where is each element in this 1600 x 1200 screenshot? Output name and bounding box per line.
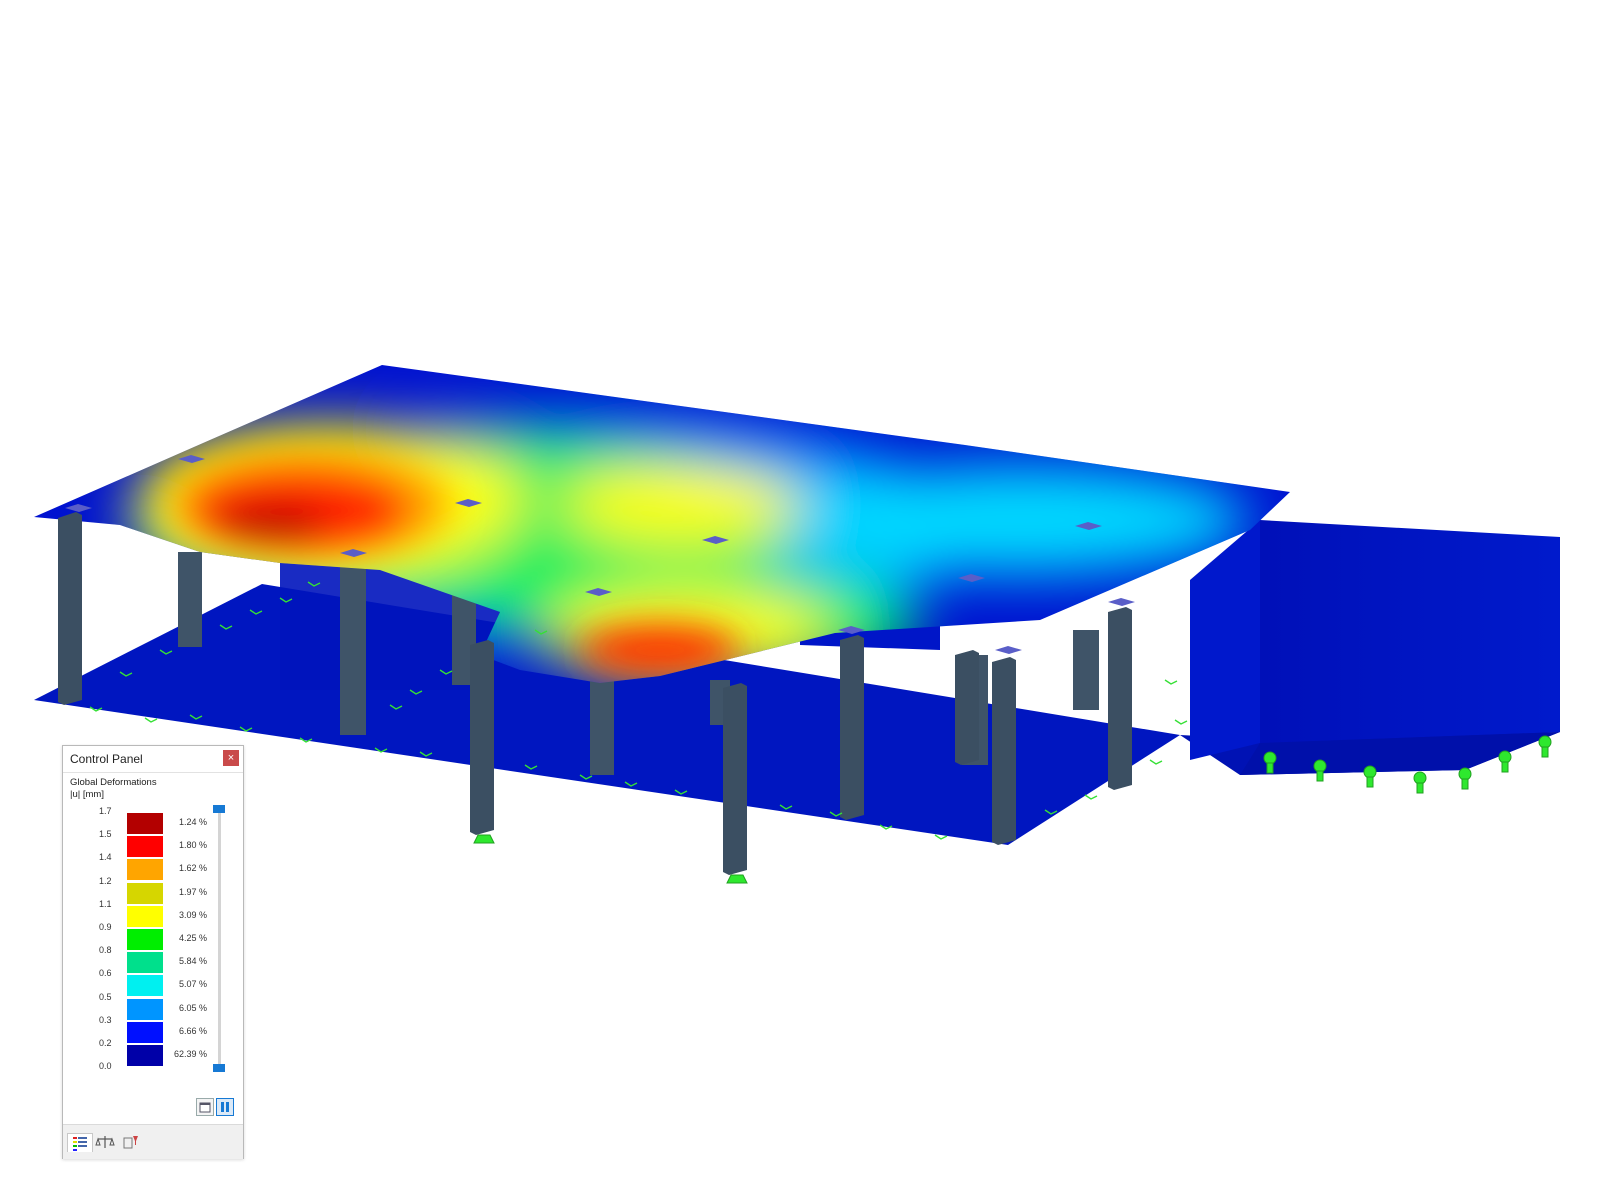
legend-slider-track[interactable] (218, 810, 221, 1065)
legend-percent: 5.84 % (178, 956, 207, 967)
legend-percent: 1.62 % (178, 863, 207, 874)
legend-percent: 1.80 % (178, 840, 207, 851)
support (726, 874, 748, 884)
support (473, 834, 495, 844)
legend-settings-icon[interactable] (196, 1098, 214, 1116)
legend-swatch (127, 1020, 163, 1043)
column (340, 560, 366, 735)
legend-percent: 5.07 % (178, 979, 207, 990)
unit-label: |u| [mm] (70, 789, 104, 800)
legend-swatch (127, 858, 163, 881)
legend-swatch (127, 997, 163, 1020)
color-scale-icon (73, 1137, 87, 1151)
legend-tick: 0.9 (99, 922, 112, 932)
legend-adjust-icon[interactable] (216, 1098, 234, 1116)
legend-percent: 6.05 % (178, 1002, 207, 1013)
control-panel-title: Control Panel (70, 752, 143, 766)
legend-swatch (127, 928, 163, 950)
legend-swatch (127, 974, 163, 997)
column (1073, 630, 1099, 710)
legend-swatch (127, 812, 163, 834)
legend-percent: 1.97 % (178, 886, 207, 897)
legend-tick: 1.4 (99, 852, 112, 863)
legend-swatch (127, 951, 163, 974)
legend-swatch (127, 1044, 163, 1066)
legend-percent: 1.24 % (178, 817, 207, 827)
close-button[interactable]: × (223, 750, 239, 766)
control-panel: Control Panel × Global Deformations |u| … (62, 745, 244, 1159)
legend-percent: 62.39 % (173, 1049, 207, 1059)
legend-tick: 1.7 (99, 806, 112, 816)
legend-tick: 0.6 (99, 968, 112, 979)
column (590, 680, 614, 775)
legend-percent: 3.09 % (178, 909, 207, 920)
legend-tick: 0.3 (99, 1014, 112, 1025)
column (178, 552, 202, 647)
legend-swatch (127, 835, 163, 858)
result-type-label: Global Deformations (70, 777, 157, 788)
legend-percent: 6.66 % (178, 1025, 207, 1036)
legend-swatch (127, 881, 163, 904)
legend-tick: 0.0 (99, 1061, 112, 1072)
filter-tab[interactable] (119, 1133, 143, 1151)
legend-slider-bottom-handle[interactable] (213, 1064, 225, 1072)
legend-swatch (127, 904, 163, 927)
legend-slider-top-handle[interactable] (213, 805, 225, 813)
balance-icon (95, 1136, 115, 1148)
color-scale-tab[interactable] (67, 1133, 93, 1152)
legend-tick: 1.1 (99, 898, 112, 909)
legend-tick: 0.8 (99, 945, 112, 956)
control-panel-tabbar (63, 1124, 243, 1159)
balance-tab[interactable] (93, 1133, 117, 1151)
control-panel-titlebar[interactable]: Control Panel × (63, 746, 243, 773)
legend-percent: 4.25 % (178, 933, 207, 943)
filter-icon (123, 1136, 138, 1149)
legend-tick: 0.5 (99, 991, 112, 1002)
legend-tick: 0.2 (99, 1038, 112, 1048)
legend-tick: 1.2 (99, 875, 112, 886)
legend-tick: 1.5 (99, 829, 112, 840)
